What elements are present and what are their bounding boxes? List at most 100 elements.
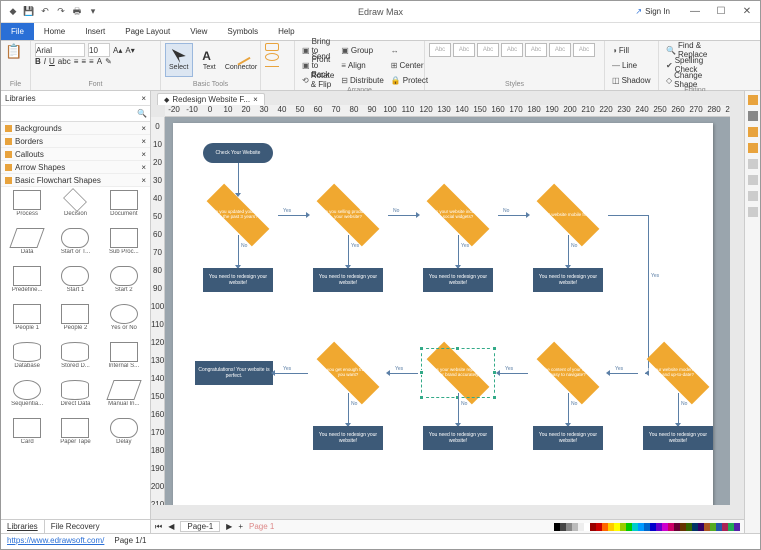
shape-card[interactable]: Card	[4, 418, 50, 454]
shape-papertape[interactable]: Paper Tape	[52, 418, 98, 454]
style-6[interactable]: Abc	[549, 43, 571, 57]
tab-insert[interactable]: Insert	[75, 23, 115, 40]
strike-button[interactable]: abc	[58, 57, 71, 66]
style-5[interactable]: Abc	[525, 43, 547, 57]
shape-start1[interactable]: Start 1	[52, 266, 98, 302]
shape-startort[interactable]: Start or T...	[52, 228, 98, 264]
rp-page-icon[interactable]	[748, 191, 758, 201]
shape-decision[interactable]: Decision	[52, 190, 98, 226]
style-4[interactable]: Abc	[501, 43, 523, 57]
shape-people2[interactable]: People 2	[52, 304, 98, 340]
font-size[interactable]	[88, 43, 110, 57]
rp-text-icon[interactable]	[748, 143, 758, 153]
cat-flowchart[interactable]: Basic Flowchart Shapes×	[1, 174, 150, 187]
tab-page-layout[interactable]: Page Layout	[115, 23, 180, 40]
page-tab-1[interactable]: Page-1	[180, 521, 220, 532]
node-perfect[interactable]: Congratulations! Your website is perfect…	[195, 361, 273, 385]
cat-callouts[interactable]: Callouts×	[1, 148, 150, 161]
shape-people1[interactable]: People 1	[4, 304, 50, 340]
connector-tool[interactable]: Connector	[226, 43, 256, 77]
signin-link[interactable]: ↗ Sign In	[635, 7, 670, 16]
style-7[interactable]: Abc	[573, 43, 595, 57]
tab-symbols[interactable]: Symbols	[217, 23, 268, 40]
line-btn[interactable]: — Line	[609, 58, 654, 72]
doc-tab[interactable]: ◆ Redesign Website F... ×	[157, 93, 265, 105]
shape-sequentia[interactable]: Sequentia...	[4, 380, 50, 416]
rp-comment-icon[interactable]	[748, 207, 758, 217]
tab-home[interactable]: Home	[34, 23, 75, 40]
shape-database[interactable]: Database	[4, 342, 50, 378]
rp-shape-icon[interactable]	[748, 111, 758, 121]
page-nav-first[interactable]: ⏮	[155, 522, 162, 532]
rp-line-icon[interactable]	[748, 159, 758, 169]
node-r4[interactable]: You need to redesign your website!	[533, 268, 603, 292]
bold-button[interactable]: B	[35, 57, 41, 66]
highlight-icon[interactable]: ✎	[105, 57, 112, 66]
style-2[interactable]: Abc	[453, 43, 475, 57]
node-start[interactable]: Check Your Website	[203, 143, 273, 163]
font-shrink-icon[interactable]: A▾	[125, 46, 134, 55]
rp-layer-icon[interactable]	[748, 175, 758, 185]
align-left-icon[interactable]: ≡	[74, 57, 79, 66]
rp-fill-icon[interactable]	[748, 127, 758, 137]
find-replace[interactable]: 🔍 Find & Replace	[663, 43, 727, 57]
page-nav-next[interactable]: ▶	[226, 522, 232, 531]
node-r7[interactable]: You need to redesign your website!	[533, 426, 603, 450]
style-1[interactable]: Abc	[429, 43, 451, 57]
text-tool[interactable]: AText	[196, 43, 224, 77]
change-shape[interactable]: ◇ Change Shape	[663, 73, 727, 87]
shape-process[interactable]: Process	[4, 190, 50, 226]
shape-data[interactable]: Data	[4, 228, 50, 264]
underline-button[interactable]: U	[49, 57, 55, 66]
status-url[interactable]: https://www.edrawsoft.com/	[7, 536, 104, 545]
paste-icon[interactable]: 📋	[5, 43, 22, 60]
libraries-close-icon[interactable]: ×	[141, 94, 146, 103]
tab-libraries[interactable]: Libraries	[1, 520, 45, 533]
tab-view[interactable]: View	[180, 23, 217, 40]
font-grow-icon[interactable]: A▴	[113, 46, 122, 55]
align-center-icon[interactable]: ≡	[81, 57, 86, 66]
shape-rect-icon[interactable]	[265, 43, 279, 51]
rp-theme-icon[interactable]	[748, 95, 758, 105]
tab-file[interactable]: File	[1, 23, 34, 40]
align-btn[interactable]: ≡ Align	[338, 58, 387, 72]
align-right-icon[interactable]: ≡	[89, 57, 94, 66]
shape-line-icon[interactable]	[265, 66, 279, 67]
italic-button[interactable]: I	[44, 57, 46, 66]
spell-check[interactable]: ✔ Spelling Check	[663, 58, 727, 72]
node-r8[interactable]: You need to redesign your website!	[643, 426, 713, 450]
style-3[interactable]: Abc	[477, 43, 499, 57]
library-search[interactable]	[1, 106, 134, 121]
shape-directdata[interactable]: Direct Data	[52, 380, 98, 416]
print-icon[interactable]: 🖶	[71, 6, 83, 18]
shadow-btn[interactable]: ◫ Shadow	[609, 73, 654, 87]
fill-btn[interactable]: ◑ Fill	[609, 43, 654, 57]
save-icon[interactable]: 💾	[23, 6, 35, 18]
maximize-button[interactable]: ☐	[708, 2, 734, 22]
qa-more-icon[interactable]: ▾	[87, 6, 99, 18]
shape-internals[interactable]: Internal S...	[101, 342, 147, 378]
page-nav-prev[interactable]: ◀	[168, 522, 174, 531]
node-r1[interactable]: You need to redesign your website!	[203, 268, 273, 292]
node-r6[interactable]: You need to redesign your website!	[423, 426, 493, 450]
undo-icon[interactable]: ↶	[39, 6, 51, 18]
cat-borders[interactable]: Borders×	[1, 135, 150, 148]
shape-delay[interactable]: Delay	[101, 418, 147, 454]
distribute-btn[interactable]: ⊟ Distribute	[338, 73, 387, 87]
tab-help[interactable]: Help	[268, 23, 304, 40]
font-name[interactable]	[35, 43, 85, 57]
cat-arrow[interactable]: Arrow Shapes×	[1, 161, 150, 174]
shape-yesorno[interactable]: Yes or No	[101, 304, 147, 340]
rotate-btn[interactable]: ⟲ Rotate & Flip	[299, 73, 337, 87]
canvas[interactable]: Check Your Website Have you updated your…	[165, 117, 730, 505]
tab-file-recovery[interactable]: File Recovery	[45, 520, 106, 533]
page-tab-alt[interactable]: Page 1	[249, 522, 274, 531]
close-button[interactable]: ✕	[734, 2, 760, 22]
node-r5[interactable]: You need to redesign your website!	[313, 426, 383, 450]
shape-start2[interactable]: Start 2	[101, 266, 147, 302]
doc-close-icon[interactable]: ×	[253, 95, 258, 104]
shape-manualin[interactable]: Manual In...	[101, 380, 147, 416]
search-icon[interactable]: 🔍	[134, 106, 150, 121]
select-tool[interactable]: Select	[165, 43, 193, 77]
color-swatches[interactable]	[554, 523, 740, 531]
